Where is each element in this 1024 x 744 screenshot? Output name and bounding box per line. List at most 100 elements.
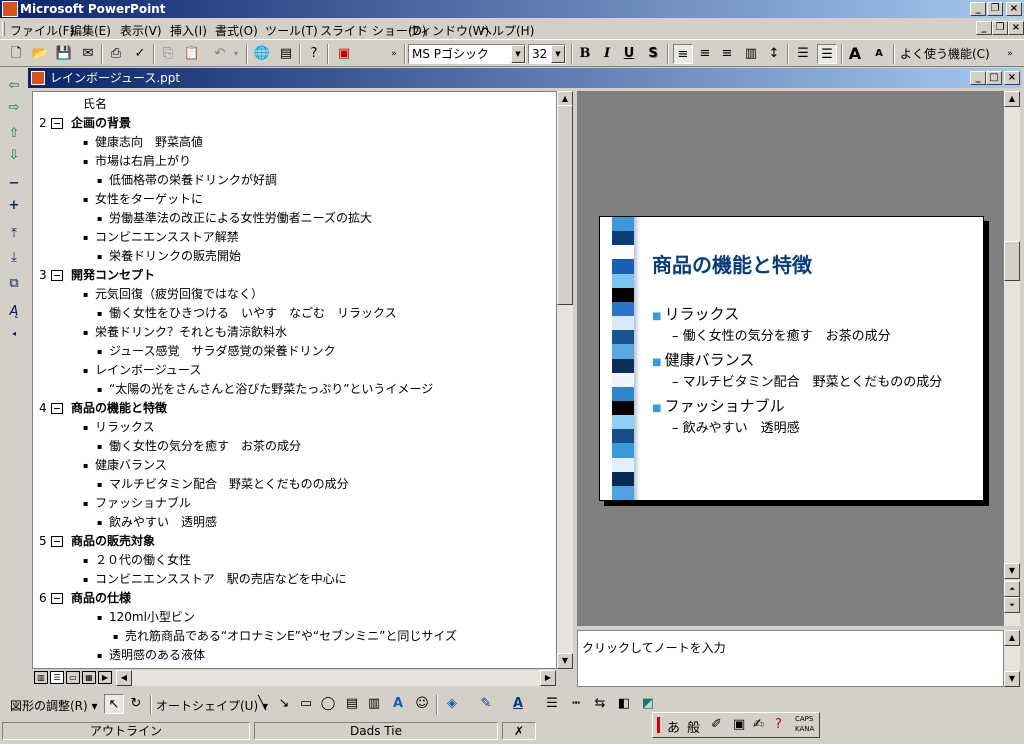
outline-text-line[interactable]: 健康志向 野菜高値 [95, 133, 203, 152]
outline-text-line[interactable]: マルチビタミン配合 野菜とくだものの成分 [109, 475, 349, 494]
outline-text-line[interactable]: 市場は右肩上がり [95, 152, 191, 171]
vertical-textbox-icon[interactable]: ▥ [364, 694, 384, 714]
3d-style-icon[interactable]: ◩ [638, 694, 658, 714]
outline-text-line[interactable]: “太陽の光をさんさんと浴びた野菜たっぷり”というイメージ [109, 380, 433, 399]
normal-view-icon[interactable]: ▥ [34, 671, 48, 684]
slide-icon[interactable] [51, 403, 63, 414]
menu-edit[interactable]: 編集(E) [70, 22, 111, 39]
outline-text-line[interactable]: ジュース感覚 サラダ感覚の栄養ドリンク [109, 342, 336, 361]
scroll-down-icon[interactable]: ▼ [1004, 671, 1020, 687]
frequent-commands-button[interactable]: よく使う機能(C) ▾ [900, 44, 992, 81]
horizontal-scrollbar[interactable]: ◀ ▶ [116, 670, 556, 686]
expand-icon[interactable]: + [4, 196, 24, 216]
scroll-down-icon[interactable]: ▼ [1004, 563, 1020, 579]
outline-text-line[interactable]: 氏名 [83, 95, 107, 114]
outline-text-line[interactable]: 透明感のある液体 [109, 646, 205, 665]
align-center-icon[interactable]: ≡ [695, 44, 715, 64]
doc-window-maximize-button[interactable]: □ [986, 71, 1002, 85]
font-name-combo[interactable]: MS Pゴシック ▼ [408, 44, 526, 64]
chevron-down-icon[interactable]: ▼ [511, 45, 525, 63]
wordart-icon[interactable]: A [388, 694, 408, 714]
slide-thumbnail[interactable]: 商品の機能と特徴 ■ リラックス – 働く女性の気分を癒す お茶の成分 ■ 健康バラ… [599, 216, 984, 501]
ime-dictionary-icon[interactable]: ▣ [733, 717, 745, 732]
new-slide-icon[interactable]: ▤ [276, 44, 296, 64]
slide-sorter-icon[interactable]: ▦ [82, 671, 96, 684]
doc-restore-button[interactable]: ❐ [992, 21, 1008, 35]
outline-text-line[interactable]: リラックス [95, 418, 155, 437]
arrow-style-icon[interactable]: ⇆ [590, 694, 610, 714]
spelling-icon[interactable]: ✓ [130, 44, 150, 64]
line-color-icon[interactable]: ✎ [476, 694, 496, 714]
scroll-down-icon[interactable]: ▼ [557, 653, 573, 669]
outline-text-line[interactable]: 女性をターゲットに [95, 190, 203, 209]
shadow-button[interactable]: S [643, 44, 663, 64]
adjust-shapes-menu[interactable]: 図形の調整(R) ▾ [10, 697, 98, 714]
clipart-icon[interactable]: ☺ [412, 694, 432, 714]
outline-text-line[interactable]: 健康バランス [95, 456, 167, 475]
vertical-text-icon[interactable]: ▥ [741, 44, 761, 64]
slide-icon[interactable] [51, 593, 63, 604]
next-slide-icon[interactable]: ⏷ [1004, 597, 1020, 613]
outline-slide-title[interactable]: 商品の機能と特徴 [71, 399, 167, 418]
bold-button[interactable]: B [575, 44, 595, 64]
minimize-button[interactable]: _ [970, 2, 986, 16]
notes-scrollbar[interactable]: ▲ ▼ [1004, 630, 1020, 687]
slide-scrollbar[interactable]: ▲ ▼ ⏶ ⏷ [1004, 91, 1020, 626]
more-buttons-icon[interactable]: ◂ [4, 324, 24, 344]
oval-icon[interactable]: ◯ [318, 694, 338, 714]
previous-slide-icon[interactable]: ⏶ [1004, 581, 1020, 597]
ime-help-icon[interactable]: ? [775, 717, 782, 732]
ime-mode-hiragana[interactable]: あ [667, 717, 680, 736]
slide-icon[interactable] [51, 536, 63, 547]
outline-text-line[interactable]: 売れ筋商品である“オロナミンE”や“セブンミニ”と同じサイズ [125, 627, 457, 646]
line-style-icon[interactable]: ☰ [542, 694, 562, 714]
spelling-status-icon[interactable]: ✗ [502, 722, 536, 740]
outline-slide-title[interactable]: 商品の仕様 [71, 589, 131, 608]
outline-text-line[interactable]: 働く女性をひきつける いやす なごむ リラックス [109, 304, 397, 323]
slideshow-view-icon[interactable]: ▶ [98, 671, 112, 684]
align-left-icon[interactable]: ≡ [673, 44, 693, 64]
slide-icon[interactable] [51, 118, 63, 129]
hyperlink-icon[interactable]: 🌐 [252, 44, 272, 64]
scroll-right-icon[interactable]: ▶ [540, 670, 556, 686]
show-formatting-icon[interactable]: Ą [4, 302, 24, 322]
underline-button[interactable]: U [619, 44, 639, 64]
character-spacing-icon[interactable]: ↕ [764, 44, 784, 64]
scroll-up-icon[interactable]: ▲ [1004, 91, 1020, 107]
scroll-up-icon[interactable]: ▲ [1004, 630, 1020, 646]
menu-tools[interactable]: ツール(T) [265, 22, 318, 39]
menu-format[interactable]: 書式(O) [215, 22, 258, 39]
line-icon[interactable]: ╲ [252, 694, 272, 714]
outline-text-line[interactable]: 元気回復（疲労回復ではなく） [95, 285, 263, 304]
scroll-thumb[interactable] [557, 105, 573, 305]
outline-slide-title[interactable]: 開発コンセプト [71, 266, 155, 285]
font-size-combo[interactable]: 32 ▼ [528, 44, 566, 64]
expand-all-icon[interactable]: ⤓ [4, 248, 24, 268]
ime-tools-icon[interactable]: ✍ [753, 717, 764, 732]
outline-slide-title[interactable]: 商品の販売対象 [71, 532, 155, 551]
outline-scrollbar[interactable]: ▲ ▼ [557, 91, 573, 669]
outline-text-line[interactable]: レインボージュース [95, 361, 201, 380]
email-icon[interactable]: ✉ [78, 44, 98, 64]
move-down-icon[interactable]: ⇩ [4, 146, 24, 166]
slide-view-icon[interactable]: ▭ [66, 671, 80, 684]
outline-text-line[interactable]: 栄養ドリンク？それとも清涼飲料水 [95, 323, 287, 342]
promote-icon[interactable]: ⇦ [4, 76, 24, 96]
toolbar-options-chevron-icon[interactable]: » [1000, 44, 1020, 64]
italic-button[interactable]: I [597, 44, 617, 64]
toolbar-options-chevron-icon[interactable]: » [384, 44, 404, 64]
scroll-thumb[interactable] [1004, 241, 1020, 281]
arrow-icon[interactable]: ↘ [274, 694, 294, 714]
rotate-icon[interactable]: ↻ [126, 694, 146, 714]
save-icon[interactable]: 💾 [54, 44, 74, 64]
textbox-icon[interactable]: ▤ [342, 694, 362, 714]
outline-text-line[interactable]: コンビニエンスストア解禁 [95, 228, 239, 247]
open-icon[interactable]: 📂 [30, 44, 50, 64]
numbering-icon[interactable]: ☰ [793, 44, 813, 64]
shrink-font-button[interactable]: A [869, 44, 889, 64]
menu-help[interactable]: ヘルプ(H) [480, 22, 534, 39]
outline-text-line[interactable]: 120ml小型ビン [109, 608, 195, 627]
help-icon[interactable]: ? [304, 44, 324, 64]
outline-text-line[interactable]: ファッショナブル [95, 494, 191, 513]
outline-text-line[interactable]: 働く女性の気分を癒す お茶の成分 [109, 437, 301, 456]
